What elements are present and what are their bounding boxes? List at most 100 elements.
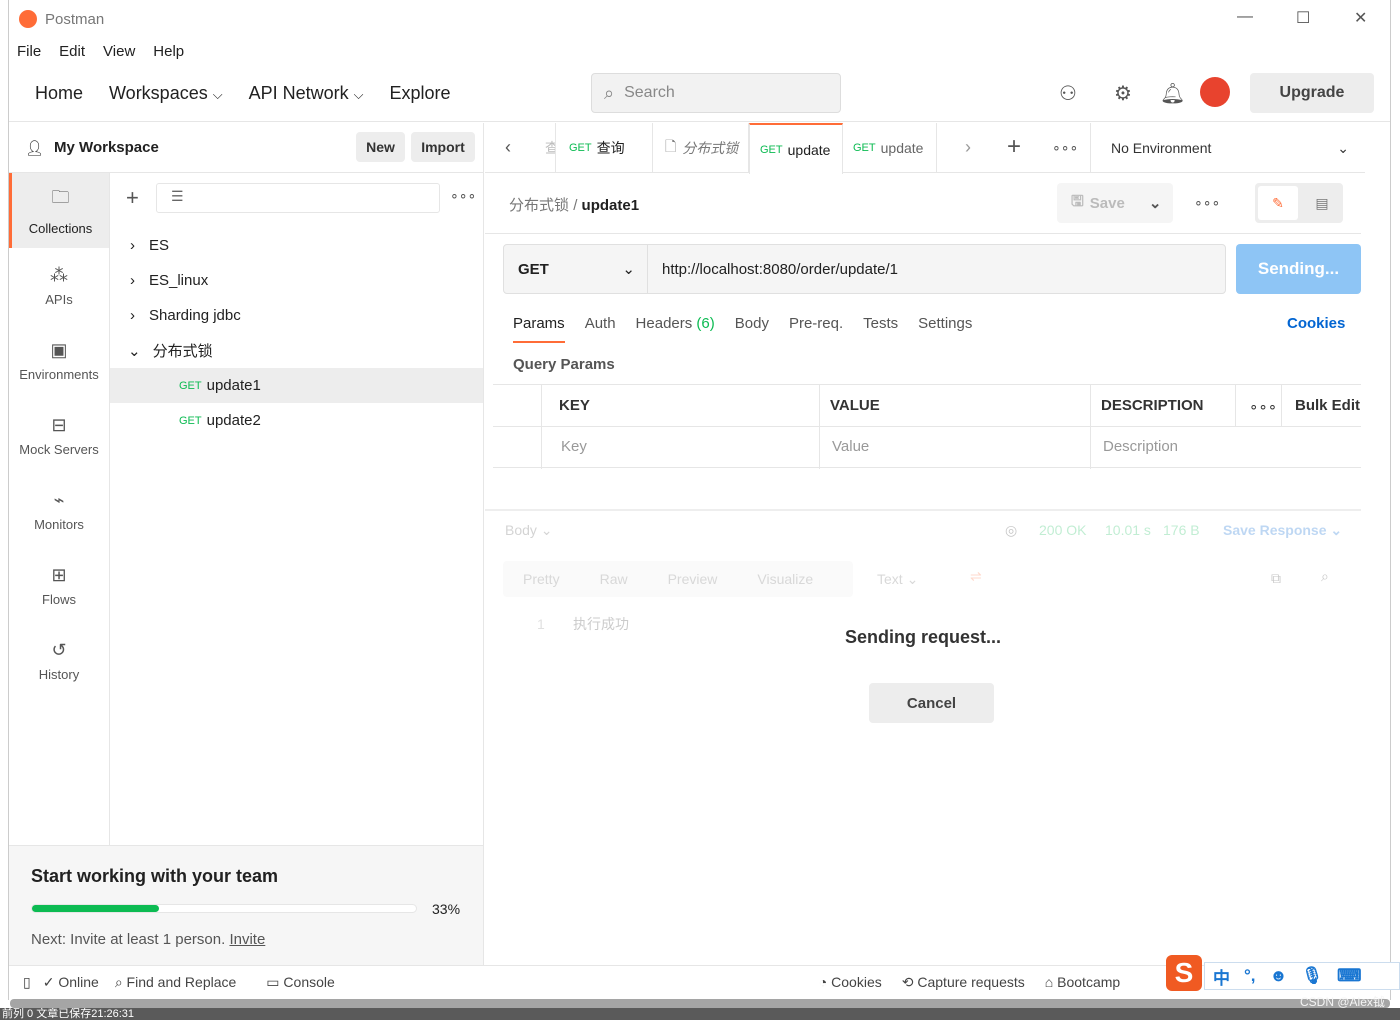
- sogou-ime-icon[interactable]: S: [1166, 955, 1202, 991]
- notifications-bell-icon[interactable]: 🔔︎: [1160, 81, 1185, 106]
- request-title[interactable]: update1: [582, 197, 640, 214]
- view-raw[interactable]: Raw: [600, 571, 628, 587]
- maximize-icon[interactable]: ☐: [1296, 8, 1310, 28]
- save-response-button[interactable]: Save Response ⌄: [1223, 522, 1342, 539]
- tab-request[interactable]: GET 查询: [559, 123, 653, 173]
- collection-item[interactable]: ⌄ 分布式锁: [110, 333, 483, 368]
- tab-options-icon[interactable]: ∘∘∘: [1052, 139, 1078, 156]
- keyboard-icon[interactable]: ⌨: [1337, 966, 1362, 986]
- request-item[interactable]: GET update1: [110, 368, 483, 403]
- menu-edit[interactable]: Edit: [59, 43, 85, 60]
- tab-params[interactable]: Params: [513, 315, 565, 343]
- tab-scroll-right-icon[interactable]: ›: [965, 137, 971, 158]
- menu-help[interactable]: Help: [153, 43, 184, 60]
- online-status[interactable]: ✓ Online: [43, 974, 99, 991]
- search-response-icon[interactable]: ⌕: [1321, 568, 1329, 585]
- tab-tests[interactable]: Tests: [863, 315, 898, 343]
- new-tab-icon[interactable]: +: [1007, 133, 1021, 161]
- tab-headers[interactable]: Headers (6): [636, 315, 715, 343]
- format-label: Text: [877, 571, 903, 587]
- nav-explore[interactable]: Explore: [390, 83, 451, 104]
- copy-icon[interactable]: ⧉: [1271, 570, 1281, 587]
- invite-user-icon[interactable]: ⚇: [1059, 81, 1077, 106]
- collection-item[interactable]: › ES: [110, 228, 483, 263]
- horizontal-scrollbar[interactable]: [10, 999, 1390, 1008]
- save-button[interactable]: 🖫 Save ⌄: [1057, 183, 1173, 223]
- cancel-button[interactable]: Cancel: [869, 683, 994, 723]
- cookies-link[interactable]: Cookies: [1287, 315, 1345, 332]
- tab-auth[interactable]: Auth: [585, 315, 616, 343]
- tab-collection[interactable]: 🗋 分布式锁: [655, 123, 749, 173]
- nav-workspaces[interactable]: Workspaces ⌵: [109, 83, 223, 104]
- nav-api-network[interactable]: API Network ⌵: [249, 83, 364, 104]
- add-collection-icon[interactable]: +: [126, 185, 139, 211]
- sidebar-item-apis[interactable]: ⁂ APIs: [9, 248, 109, 323]
- nav-home[interactable]: Home: [35, 83, 83, 104]
- ime-language[interactable]: 中: [1213, 964, 1230, 989]
- breadcrumb-parent[interactable]: 分布式锁: [509, 197, 569, 214]
- response-body-select[interactable]: Body ⌄: [505, 522, 553, 539]
- tab-active[interactable]: GET update: [749, 123, 843, 174]
- emoji-icon[interactable]: ☻: [1270, 966, 1288, 986]
- view-preview[interactable]: Preview: [668, 571, 718, 587]
- view-visualize[interactable]: Visualize: [757, 571, 813, 587]
- more-options-icon[interactable]: ∘∘∘: [450, 187, 476, 204]
- settings-gear-icon[interactable]: ⚙: [1114, 81, 1132, 106]
- wrap-lines-icon[interactable]: ⇌: [970, 568, 982, 585]
- view-pretty[interactable]: Pretty: [523, 571, 560, 587]
- tab-request[interactable]: GET update: [843, 123, 937, 173]
- console-button[interactable]: ▭ Console: [266, 974, 335, 991]
- avatar[interactable]: [1200, 77, 1230, 107]
- params-table: KEY VALUE DESCRIPTION ∘∘∘ Bulk Edit Key …: [493, 384, 1361, 469]
- tab-body[interactable]: Body: [735, 315, 769, 343]
- tab-settings[interactable]: Settings: [918, 315, 972, 343]
- send-button[interactable]: Sending...: [1236, 244, 1361, 294]
- menu-file[interactable]: File: [17, 43, 41, 60]
- ime-punctuation[interactable]: °,: [1244, 966, 1256, 986]
- import-button[interactable]: Import: [411, 132, 475, 162]
- new-button[interactable]: New: [356, 132, 405, 162]
- url-input[interactable]: http://localhost:8080/order/update/1: [648, 261, 898, 278]
- request-item[interactable]: GET update2: [110, 403, 483, 438]
- microphone-icon[interactable]: 🎙︎: [1301, 966, 1323, 986]
- key-input[interactable]: Key: [561, 438, 587, 455]
- method-badge: GET: [760, 143, 783, 156]
- workspace-name[interactable]: My Workspace: [54, 139, 159, 156]
- bootcamp-button[interactable]: ⌂ Bootcamp: [1045, 974, 1120, 990]
- find-replace-button[interactable]: ⌕ Find and Replace: [115, 974, 236, 991]
- sidebar-item-flows[interactable]: ⊞ Flows: [9, 548, 109, 623]
- request-options-icon[interactable]: ∘∘∘: [1194, 194, 1220, 211]
- menu-view[interactable]: View: [103, 43, 135, 60]
- tab-partial[interactable]: 查询: [535, 123, 556, 173]
- tab-prerequest[interactable]: Pre-req.: [789, 315, 843, 343]
- environment-label: No Environment: [1111, 140, 1212, 156]
- environment-select[interactable]: No Environment ⌄: [1090, 123, 1365, 173]
- save-label: Save: [1089, 194, 1125, 212]
- close-icon[interactable]: ✕: [1354, 8, 1367, 28]
- format-select[interactable]: Text ⌄: [877, 571, 918, 588]
- sidebar-item-monitors[interactable]: ⌁ Monitors: [9, 473, 109, 548]
- sidebar-item-collections[interactable]: 🗀 Collections: [9, 173, 109, 248]
- cookies-button[interactable]: ◔ Cookies: [819, 974, 882, 990]
- sidebar-item-mock-servers[interactable]: ⊟ Mock Servers: [9, 398, 109, 473]
- toggle-sidebar-icon[interactable]: ▯: [23, 974, 31, 991]
- filter-collections-input[interactable]: ☰: [156, 183, 440, 213]
- value-input[interactable]: Value: [832, 438, 869, 455]
- collection-item[interactable]: › ES_linux: [110, 263, 483, 298]
- collection-item[interactable]: › Sharding jdbc: [110, 298, 483, 333]
- sidebar-item-environments[interactable]: ▣ Environments: [9, 323, 109, 398]
- column-options-icon[interactable]: ∘∘∘: [1249, 398, 1277, 416]
- upgrade-button[interactable]: Upgrade: [1250, 73, 1374, 113]
- comments-icon[interactable]: ▤: [1305, 186, 1339, 220]
- bulk-edit-button[interactable]: Bulk Edit: [1295, 397, 1360, 414]
- capture-requests-button[interactable]: ⟲ Capture requests: [902, 974, 1025, 991]
- edit-pencil-icon[interactable]: ✎: [1258, 186, 1298, 220]
- postman-logo-icon: [19, 10, 37, 28]
- tab-scroll-left-icon[interactable]: ‹: [505, 137, 511, 158]
- minimize-icon[interactable]: —: [1237, 8, 1253, 26]
- method-select[interactable]: GET ⌄: [504, 245, 648, 293]
- invite-link[interactable]: Invite: [229, 931, 265, 948]
- description-input[interactable]: Description: [1103, 438, 1178, 455]
- search-input[interactable]: ⌕ Search: [591, 73, 841, 113]
- sidebar-item-history[interactable]: ↺ History: [9, 623, 109, 698]
